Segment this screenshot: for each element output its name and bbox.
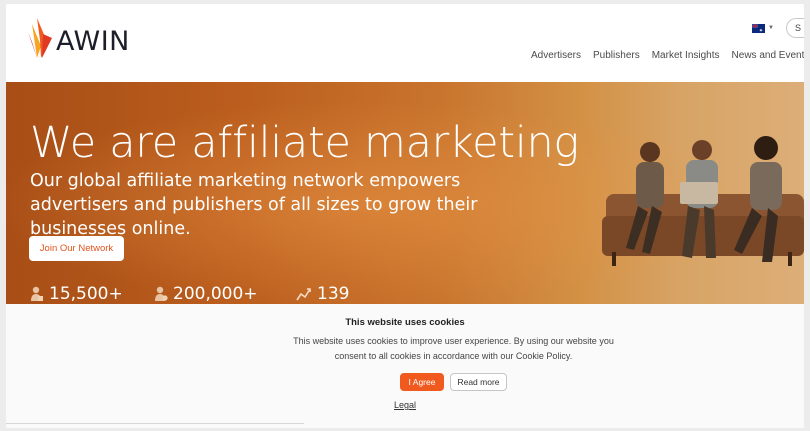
cookie-banner: This website uses cookies This website u…	[6, 304, 804, 428]
australia-flag-icon[interactable]	[752, 23, 766, 34]
stat-growth: 139	[296, 284, 349, 304]
main-nav: Advertisers Publishers Market Insights N…	[531, 50, 804, 61]
advertiser-icon	[31, 286, 43, 301]
nav-publishers[interactable]: Publishers	[593, 50, 640, 61]
hero-title: We are affiliate marketing	[30, 118, 579, 168]
awin-flame-icon	[28, 18, 52, 58]
growth-chart-icon	[296, 288, 311, 301]
stat-value: 15,500+	[49, 284, 123, 304]
header-utility: ▼ S	[752, 18, 804, 38]
nav-advertisers[interactable]: Advertisers	[531, 50, 581, 61]
hero-subtitle: Our global affiliate marketing network e…	[30, 171, 478, 239]
awin-logo[interactable]: AWIN	[28, 18, 130, 60]
hero-people-image	[602, 136, 804, 266]
read-more-button[interactable]: Read more	[450, 373, 507, 391]
chevron-down-icon[interactable]: ▼	[768, 25, 774, 31]
browser-viewport: AWIN ▼ S Advertisers Publishers Market I…	[6, 4, 804, 428]
nav-market-insights[interactable]: Market Insights	[652, 50, 720, 61]
stat-advertisers: 15,500+	[30, 284, 154, 304]
search-input[interactable]: S	[786, 18, 804, 38]
cookie-text: This website uses cookies to improve use…	[293, 336, 614, 361]
stat-publishers: 200,000+	[154, 284, 296, 304]
stat-value: 200,000+	[173, 284, 258, 304]
publisher-icon	[155, 286, 168, 301]
nav-news-and-events[interactable]: News and Events	[732, 50, 804, 61]
brand-name: AWIN	[56, 25, 130, 57]
legal-link[interactable]: Legal	[6, 400, 804, 410]
stats-row: 15,500+ 200,000+ 139	[30, 284, 349, 304]
cookie-title: This website uses cookies	[345, 317, 465, 328]
i-agree-button[interactable]: I Agree	[400, 373, 444, 391]
join-our-network-button[interactable]: Join Our Network	[29, 236, 124, 261]
hero-banner: We are affiliate marketing Our global af…	[6, 82, 804, 304]
stat-value: 139	[317, 284, 350, 304]
divider	[6, 423, 304, 424]
